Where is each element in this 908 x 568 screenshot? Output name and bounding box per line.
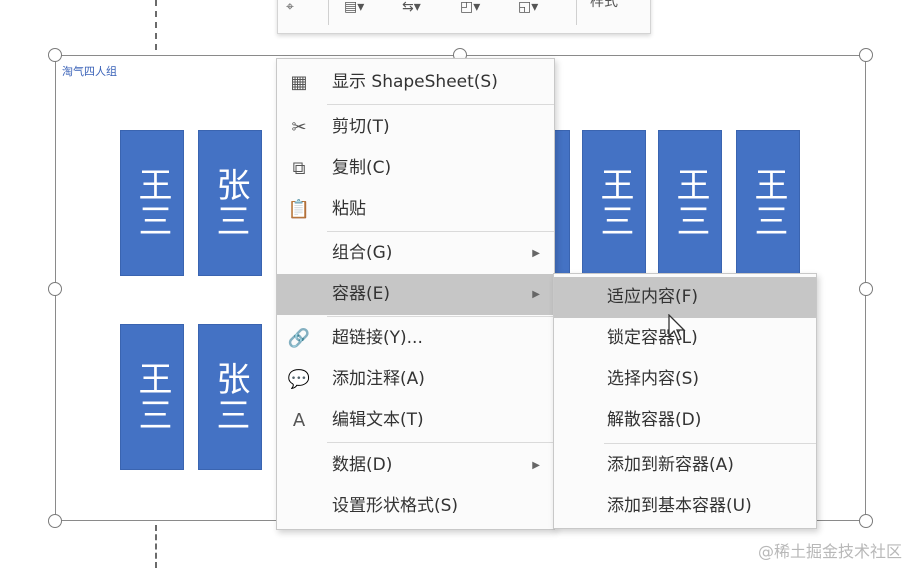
resize-handle-ml[interactable] [48,282,62,296]
connector-icon[interactable]: ⇆▾ [402,0,421,21]
resize-handle-mr[interactable] [859,282,873,296]
text-block-icon[interactable]: ▤▾ [344,0,364,21]
submenu-arrow-icon: ▶ [532,248,540,259]
text-icon: A [292,410,306,431]
submenu-item-fit-contents[interactable]: 适应内容(F) [554,277,816,318]
shape-wangsan-3[interactable]: 王三 [658,130,722,276]
menu-item-copy[interactable]: ⧉ 复制(C) [277,148,554,189]
resize-handle-tl[interactable] [48,48,62,62]
mini-toolbar: ⌖ ▤▾ ⇆▾ ◰▾ ◱▾ 样式 [277,0,651,34]
container-submenu: 适应内容(F) 锁定容器(L) 选择内容(S) 解散容器(D) 添加到新容器(A… [553,273,817,529]
guide-line-top [155,0,157,50]
container-label: 淘气四人组 [62,65,117,78]
menu-item-format-shape[interactable]: 设置形状格式(S) [277,486,554,527]
paste-icon: 📋 [287,199,311,220]
submenu-arrow-icon: ▶ [532,289,540,300]
scissors-icon: ✂ [291,117,307,138]
style-button[interactable]: 样式 [590,0,618,13]
resize-handle-tr[interactable] [859,48,873,62]
hyperlink-icon: 🔗 [287,328,311,349]
menu-item-cut[interactable]: ✂ 剪切(T) [277,107,554,148]
menu-item-hyperlink[interactable]: 🔗 超链接(Y)... [277,318,554,359]
menu-item-paste[interactable]: 📋 粘贴 [277,189,554,230]
shape-zhangsan-2[interactable]: 张三 [198,324,262,470]
menu-item-group[interactable]: 组合(G) ▶ [277,233,554,274]
submenu-item-add-to-new-container[interactable]: 添加到新容器(A) [554,445,816,486]
resize-handle-br[interactable] [859,514,873,528]
submenu-item-add-to-basic-container[interactable]: 添加到基本容器(U) [554,486,816,527]
mouse-cursor-icon [668,314,686,341]
resize-handle-bl[interactable] [48,514,62,528]
menu-item-add-comment[interactable]: 💬 添加注释(A) [277,359,554,400]
bring-front-icon[interactable]: ◰▾ [460,0,480,21]
send-back-icon[interactable]: ◱▾ [518,0,538,21]
copy-icon: ⧉ [292,158,306,179]
shapesheet-icon: ▦ [290,72,308,93]
menu-item-edit-text[interactable]: A 编辑文本(T) [277,400,554,441]
watermark: @稀土掘金技术社区 [757,542,902,561]
comment-icon: 💬 [287,369,311,390]
submenu-arrow-icon: ▶ [532,460,540,471]
menu-item-container[interactable]: 容器(E) ▶ [277,274,554,315]
shape-wangsan-4[interactable]: 王三 [736,130,800,276]
shape-wangsan-2[interactable]: 王三 [582,130,646,276]
menu-item-show-shapesheet[interactable]: ▦ 显示 ShapeSheet(S) [277,62,554,103]
submenu-item-select-contents[interactable]: 选择内容(S) [554,359,816,400]
shape-wangsan-5[interactable]: 王三 [120,324,184,470]
context-menu: ▦ 显示 ShapeSheet(S) ✂ 剪切(T) ⧉ 复制(C) 📋 粘贴 … [276,58,555,530]
shape-zhangsan-1[interactable]: 张三 [198,130,262,276]
submenu-item-disband-container[interactable]: 解散容器(D) [554,400,816,441]
menu-item-data[interactable]: 数据(D) ▶ [277,445,554,486]
shape-wangsan-1[interactable]: 王三 [120,130,184,276]
pointer-tool-icon[interactable]: ⌖ [286,0,294,21]
guide-line-bottom [155,525,157,568]
